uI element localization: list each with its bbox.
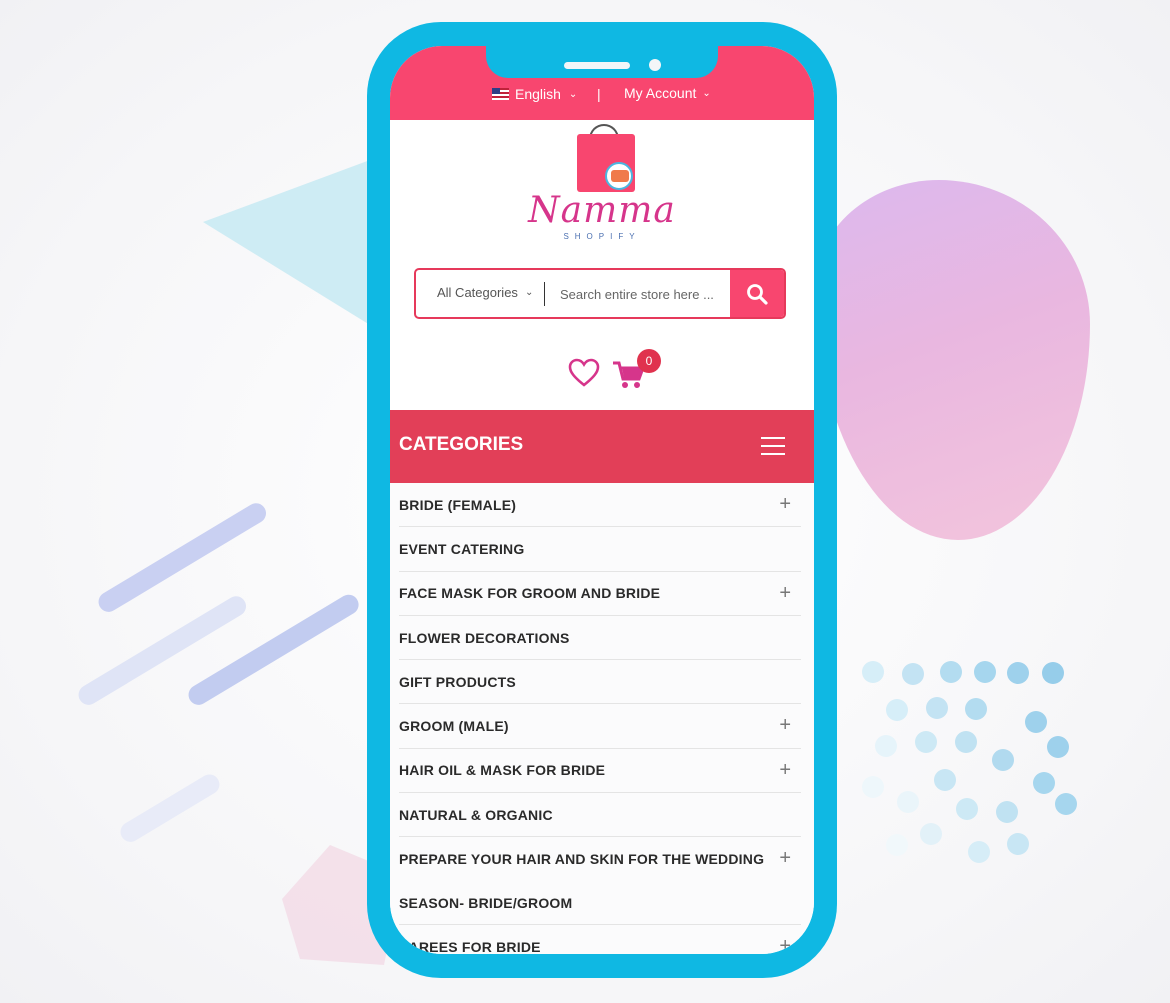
decorative-dot <box>1033 772 1055 794</box>
brand-subtitle: SHOPIFY <box>563 232 641 241</box>
decorative-stroke <box>94 499 270 616</box>
decorative-dots <box>860 655 1090 875</box>
decorative-dot <box>992 749 1014 771</box>
decorative-dot <box>926 697 948 719</box>
decorative-triangle-shape <box>203 160 370 325</box>
search-divider <box>544 282 545 306</box>
flag-icon <box>492 88 509 100</box>
heart-icon[interactable] <box>568 358 600 388</box>
decorative-dot <box>934 769 956 791</box>
hamburger-line <box>761 445 785 447</box>
decorative-dot <box>974 661 996 683</box>
logo[interactable]: Namma SHOPIFY <box>390 120 814 260</box>
decorative-dot <box>902 663 924 685</box>
category-label: EVENT CATERING <box>399 540 525 557</box>
shopping-badge-icon <box>605 162 633 190</box>
category-label: NATURAL & ORGANIC <box>399 806 553 823</box>
decorative-dot <box>1007 833 1029 855</box>
list-item[interactable]: BRIDE (FEMALE) + <box>399 483 801 528</box>
category-label: GIFT PRODUCTS <box>399 673 516 690</box>
categories-header: CATEGORIES <box>390 410 814 483</box>
hamburger-menu-icon[interactable] <box>761 437 785 455</box>
phone-speaker <box>564 62 630 69</box>
decorative-dot <box>1047 736 1069 758</box>
decorative-dot <box>940 661 962 683</box>
category-label: PREPARE YOUR HAIR AND SKIN FOR THE WEDDI… <box>399 851 765 912</box>
list-item[interactable]: FLOWER DECORATIONS <box>399 616 801 661</box>
language-selector[interactable]: English ⌄ <box>492 86 577 102</box>
chevron-down-icon: ⌄ <box>524 287 534 298</box>
search-icon <box>747 283 768 305</box>
decorative-blob <box>815 180 1090 540</box>
list-item[interactable]: PREPARE YOUR HAIR AND SKIN FOR THE WEDDI… <box>399 837 801 926</box>
decorative-stroke <box>116 770 224 846</box>
decorative-dot <box>886 834 908 856</box>
category-label: FACE MASK FOR GROOM AND BRIDE <box>399 585 661 602</box>
category-select-label: All Categories <box>437 285 518 300</box>
phone-camera <box>649 59 661 71</box>
category-label: SAREES FOR BRIDE <box>399 939 541 954</box>
topbar-separator: | <box>597 86 601 102</box>
decorative-dot <box>862 661 884 683</box>
list-item[interactable]: GROOM (MALE) + <box>399 704 801 749</box>
category-label: FLOWER DECORATIONS <box>399 629 570 646</box>
phone-frame: English ⌄ | My Account ⌄ Namma SHOPIFY A… <box>367 22 837 978</box>
decorative-dot <box>897 791 919 813</box>
hamburger-line <box>761 453 785 455</box>
language-label: English <box>515 86 561 102</box>
hamburger-line <box>761 437 785 439</box>
decorative-dot <box>968 841 990 863</box>
chevron-down-icon: ⌄ <box>702 87 711 99</box>
category-label: GROOM (MALE) <box>399 718 509 735</box>
decorative-dot <box>1025 711 1047 733</box>
expand-plus-icon[interactable]: + <box>779 714 791 736</box>
expand-plus-icon[interactable]: + <box>779 847 791 869</box>
category-select[interactable]: All Categories ⌄ <box>437 285 533 300</box>
decorative-dot <box>955 731 977 753</box>
category-label: HAIR OIL & MASK FOR BRIDE <box>399 762 606 779</box>
phone-notch <box>486 46 718 78</box>
list-item[interactable]: SAREES FOR BRIDE + <box>399 925 801 954</box>
decorative-dot <box>920 823 942 845</box>
decorative-dot <box>1042 662 1064 684</box>
expand-plus-icon[interactable]: + <box>779 493 791 515</box>
search-bar: All Categories ⌄ <box>414 268 786 319</box>
categories-list: BRIDE (FEMALE) + EVENT CATERING FACE MAS… <box>390 483 814 954</box>
stage: English ⌄ | My Account ⌄ Namma SHOPIFY A… <box>0 0 1170 1003</box>
expand-plus-icon[interactable]: + <box>779 759 791 781</box>
decorative-dot <box>1007 662 1029 684</box>
list-item[interactable]: EVENT CATERING <box>399 527 801 572</box>
expand-plus-icon[interactable]: + <box>779 935 791 954</box>
categories-title: CATEGORIES <box>399 434 524 455</box>
cart-count-badge: 0 <box>637 349 661 373</box>
list-item[interactable]: GIFT PRODUCTS <box>399 660 801 705</box>
brand-name: Namma <box>528 190 676 231</box>
decorative-dot <box>965 698 987 720</box>
category-label: BRIDE (FEMALE) <box>399 496 517 513</box>
decorative-dot <box>996 801 1018 823</box>
decorative-dot <box>956 798 978 820</box>
account-label: My Account <box>624 85 697 101</box>
phone-screen: English ⌄ | My Account ⌄ Namma SHOPIFY A… <box>390 46 814 954</box>
decorative-dot <box>875 735 897 757</box>
decorative-dot <box>915 731 937 753</box>
decorative-dot <box>886 699 908 721</box>
decorative-dot <box>862 776 884 798</box>
list-item[interactable]: HAIR OIL & MASK FOR BRIDE + <box>399 749 801 794</box>
search-button[interactable] <box>730 270 784 317</box>
my-account-menu[interactable]: My Account ⌄ <box>624 85 711 101</box>
list-item[interactable]: NATURAL & ORGANIC <box>399 793 801 838</box>
list-item[interactable]: FACE MASK FOR GROOM AND BRIDE + <box>399 572 801 616</box>
search-input[interactable] <box>560 278 730 310</box>
decorative-dot <box>1055 793 1077 815</box>
expand-plus-icon[interactable]: + <box>779 582 791 604</box>
chevron-down-icon: ⌄ <box>568 88 578 100</box>
